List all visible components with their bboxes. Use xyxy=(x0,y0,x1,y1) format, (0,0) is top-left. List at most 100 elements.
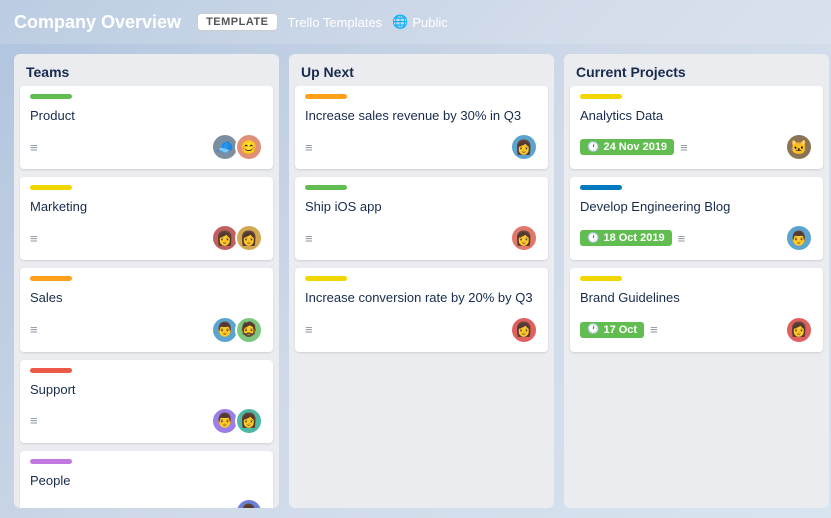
card-title: Support xyxy=(30,381,263,399)
menu-icon: ≡ xyxy=(30,414,38,427)
public-link[interactable]: 🌐 Public xyxy=(392,14,448,30)
menu-icon: ≡ xyxy=(650,323,658,336)
card-footer: ≡ 🧢 😊 xyxy=(30,133,263,161)
avatar: 🧔 xyxy=(235,316,263,344)
date-text: 24 Nov 2019 xyxy=(603,141,667,153)
card-avatars: 👩 👩 xyxy=(211,224,263,252)
card-avatars: 👨 xyxy=(235,498,263,508)
card-color-bar xyxy=(580,276,622,281)
card-support[interactable]: Support ≡ 👨 👩 xyxy=(20,360,273,443)
menu-icon: ≡ xyxy=(678,232,686,245)
card-color-bar xyxy=(580,185,622,190)
card-title: Product xyxy=(30,107,263,125)
date-badge[interactable]: 🕐 17 Oct xyxy=(580,322,644,338)
card-avatars: 👨 🧔 xyxy=(211,316,263,344)
avatar: 👩 xyxy=(510,316,538,344)
date-badge[interactable]: 🕐 24 Nov 2019 xyxy=(580,139,674,155)
menu-icon: ≡ xyxy=(680,141,688,154)
avatar: 👩 xyxy=(785,316,813,344)
avatar: 👨 xyxy=(235,498,263,508)
card-title: Increase sales revenue by 30% in Q3 xyxy=(305,107,538,125)
card-increase-conversion[interactable]: Increase conversion rate by 20% by Q3 ≡ … xyxy=(295,268,548,351)
card-title: People xyxy=(30,472,263,490)
card-avatars: 👨 xyxy=(785,224,813,252)
clock-icon: 🕐 xyxy=(587,233,599,244)
avatar: 👩 xyxy=(510,224,538,252)
card-footer: ≡ 👨 xyxy=(30,498,263,508)
globe-icon: 🌐 xyxy=(392,14,408,30)
card-date-area: 🕐 24 Nov 2019 ≡ xyxy=(580,139,688,155)
avatar: 👩 xyxy=(235,407,263,435)
menu-icon: ≡ xyxy=(305,232,313,245)
card-title: Develop Engineering Blog xyxy=(580,198,813,216)
card-color-bar xyxy=(580,94,622,99)
card-avatars: 👩 xyxy=(785,316,813,344)
card-footer: 🕐 17 Oct ≡ 👩 xyxy=(580,316,813,344)
card-product[interactable]: Product ≡ 🧢 😊 xyxy=(20,86,273,169)
menu-icon: ≡ xyxy=(305,141,313,154)
card-color-bar xyxy=(305,276,347,281)
card-color-bar xyxy=(30,185,72,190)
card-avatars: 🐱 xyxy=(785,133,813,161)
card-footer: ≡ 👩 xyxy=(305,224,538,252)
board-title: Company Overview xyxy=(14,12,181,33)
date-badge[interactable]: 🕐 18 Oct 2019 xyxy=(580,230,672,246)
header: Company Overview TEMPLATE Trello Templat… xyxy=(0,0,831,44)
card-analytics-data[interactable]: Analytics Data 🕐 24 Nov 2019 ≡ 🐱 xyxy=(570,86,823,169)
card-footer: ≡ 👩 👩 xyxy=(30,224,263,252)
card-footer: 🕐 24 Nov 2019 ≡ 🐱 xyxy=(580,133,813,161)
column-current-projects: Current Projects Analytics Data 🕐 24 Nov… xyxy=(564,54,829,508)
column-up-next-header: Up Next xyxy=(289,54,554,86)
card-avatars: 👩 xyxy=(510,316,538,344)
avatar: 🐱 xyxy=(785,133,813,161)
date-text: 17 Oct xyxy=(603,324,637,336)
card-marketing[interactable]: Marketing ≡ 👩 👩 xyxy=(20,177,273,260)
board-area: Teams Product ≡ 🧢 😊 xyxy=(0,44,831,518)
card-footer: 🕐 18 Oct 2019 ≡ 👨 xyxy=(580,224,813,252)
menu-icon: ≡ xyxy=(30,323,38,336)
card-title: Increase conversion rate by 20% by Q3 xyxy=(305,289,538,307)
card-increase-sales[interactable]: Increase sales revenue by 30% in Q3 ≡ 👩 xyxy=(295,86,548,169)
card-color-bar xyxy=(305,94,347,99)
column-teams: Teams Product ≡ 🧢 😊 xyxy=(14,54,279,508)
card-color-bar xyxy=(30,94,72,99)
card-color-bar xyxy=(30,459,72,464)
column-teams-cards: Product ≡ 🧢 😊 Marketing ≡ xyxy=(14,86,279,508)
card-ship-ios[interactable]: Ship iOS app ≡ 👩 xyxy=(295,177,548,260)
card-title: Sales xyxy=(30,289,263,307)
avatar: 👩 xyxy=(235,224,263,252)
card-title: Ship iOS app xyxy=(305,198,538,216)
card-people[interactable]: People ≡ 👨 xyxy=(20,451,273,508)
avatar: 😊 xyxy=(235,133,263,161)
column-up-next: Up Next Increase sales revenue by 30% in… xyxy=(289,54,554,508)
card-color-bar xyxy=(30,368,72,373)
menu-icon: ≡ xyxy=(305,323,313,336)
card-title: Marketing xyxy=(30,198,263,216)
template-badge[interactable]: TEMPLATE xyxy=(197,13,277,31)
menu-icon: ≡ xyxy=(30,232,38,245)
avatar: 👩 xyxy=(510,133,538,161)
card-avatars: 👨 👩 xyxy=(211,407,263,435)
card-footer: ≡ 👩 xyxy=(305,316,538,344)
clock-icon: 🕐 xyxy=(587,142,599,153)
card-color-bar xyxy=(30,276,72,281)
avatar: 👨 xyxy=(785,224,813,252)
card-date-area: 🕐 17 Oct ≡ xyxy=(580,322,658,338)
public-label: Public xyxy=(412,15,447,30)
card-brand-guidelines[interactable]: Brand Guidelines 🕐 17 Oct ≡ 👩 xyxy=(570,268,823,351)
card-avatars: 🧢 😊 xyxy=(211,133,263,161)
trello-templates-link[interactable]: Trello Templates xyxy=(288,15,383,30)
card-engineering-blog[interactable]: Develop Engineering Blog 🕐 18 Oct 2019 ≡… xyxy=(570,177,823,260)
card-avatars: 👩 xyxy=(510,133,538,161)
card-avatars: 👩 xyxy=(510,224,538,252)
column-current-projects-header: Current Projects xyxy=(564,54,829,86)
app-wrapper: Company Overview TEMPLATE Trello Templat… xyxy=(0,0,831,518)
column-teams-header: Teams xyxy=(14,54,279,86)
menu-icon: ≡ xyxy=(30,141,38,154)
card-title: Brand Guidelines xyxy=(580,289,813,307)
card-footer: ≡ 👩 xyxy=(305,133,538,161)
card-title: Analytics Data xyxy=(580,107,813,125)
date-text: 18 Oct 2019 xyxy=(603,232,664,244)
card-sales[interactable]: Sales ≡ 👨 🧔 xyxy=(20,268,273,351)
card-footer: ≡ 👨 👩 xyxy=(30,407,263,435)
